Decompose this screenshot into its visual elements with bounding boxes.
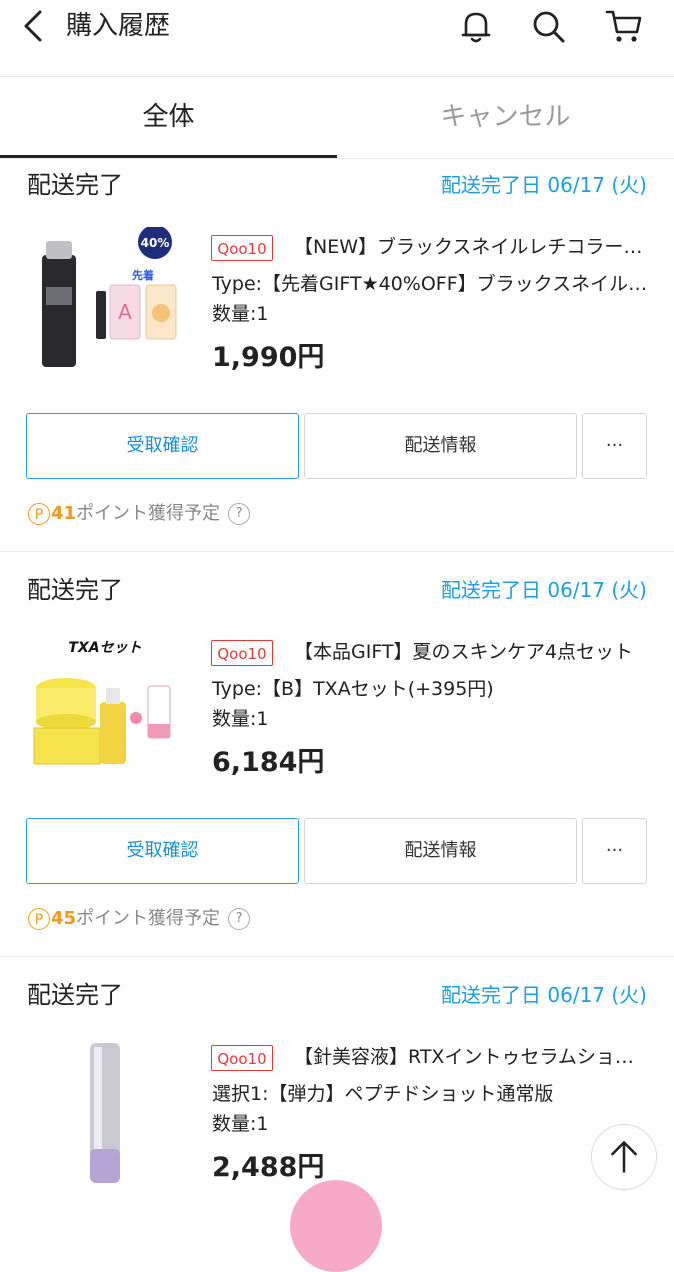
more-options-button[interactable]: ··· [582, 413, 647, 479]
points-icon: P [28, 908, 50, 930]
tab-bar: 全体 キャンセル [0, 77, 674, 159]
delivery-date: 配送完了日 06/17 (火) [441, 983, 647, 1007]
search-icon[interactable] [528, 6, 568, 46]
app-header: 購入履歴 [0, 0, 674, 76]
points-value: 45 [51, 908, 77, 929]
order-status: 配送完了 [27, 576, 123, 604]
points-label: ポイント獲得予定 [76, 503, 221, 524]
product-name[interactable]: 【本品GIFT】夏のスキンケア4点セット [294, 638, 652, 666]
product-image[interactable]: A 40% 先着 [24, 225, 186, 377]
product-option: Type:【B】TXAセット(+395円) [212, 678, 494, 700]
product-option: Type:【先着GIFT★40%OFF】ブラックスネイルレチコラーゲン [212, 273, 652, 295]
points-icon: P [28, 503, 50, 525]
qoo10-badge: Qoo10 [211, 1045, 273, 1071]
qoo10-badge: Qoo10 [211, 235, 273, 261]
order-divider [0, 551, 674, 552]
order-status: 配送完了 [27, 171, 123, 199]
points-label: ポイント獲得予定 [76, 908, 221, 929]
product-option: 選択1:【弾力】ペプチドショット通常版 [212, 1083, 554, 1105]
set-label: TXAセット [68, 640, 141, 656]
product-name[interactable]: 【NEW】ブラックスネイルレチコラーゲン美容液 [294, 233, 652, 261]
points-info: P 41ポイント獲得予定? [28, 499, 251, 529]
tabs-divider [0, 158, 674, 159]
arrow-up-icon [611, 1141, 637, 1173]
product-image[interactable]: TXAセット [24, 632, 186, 782]
product-price: 2,488円 [212, 1152, 325, 1183]
tab-cancel[interactable]: キャンセル [337, 77, 674, 157]
product-image[interactable] [24, 1037, 186, 1187]
help-icon[interactable]: ? [228, 503, 251, 525]
shipping-info-button[interactable]: 配送情報 [304, 818, 577, 884]
order-divider [0, 956, 674, 957]
order-status: 配送完了 [27, 981, 123, 1009]
confirm-receipt-button[interactable]: 受取確認 [26, 818, 299, 884]
order-card: 配送完了 配送完了日 06/17 (火) A 40% 先着 Qoo10 【NEW… [0, 167, 674, 547]
svg-text:A: A [118, 300, 132, 324]
product-quantity: 数量:1 [212, 708, 269, 730]
page-title: 購入履歴 [66, 11, 171, 41]
product-quantity: 数量:1 [212, 1113, 269, 1135]
product-name[interactable]: 【針美容液】RTXイントゥセラムショット [294, 1043, 652, 1071]
product-quantity: 数量:1 [212, 303, 269, 325]
floating-action-button[interactable] [290, 1180, 382, 1272]
bell-icon[interactable] [456, 6, 496, 46]
points-info: P 45ポイント獲得予定? [28, 904, 251, 934]
order-card: 配送完了 配送完了日 06/17 (火) Qoo10 【針美容液】RTXイントゥ… [0, 977, 674, 1200]
gift-label: 先着 [132, 268, 154, 282]
help-icon[interactable]: ? [228, 908, 251, 930]
delivery-date: 配送完了日 06/17 (火) [441, 578, 647, 602]
discount-badge: 40% [141, 236, 170, 250]
product-price: 1,990円 [212, 342, 325, 373]
tab-all[interactable]: 全体 [0, 77, 337, 157]
scroll-to-top-button[interactable] [591, 1124, 657, 1190]
order-card: 配送完了 配送完了日 06/17 (火) TXAセット Qoo10 【本品GIF… [0, 572, 674, 952]
cart-icon[interactable] [604, 6, 644, 46]
back-arrow-icon[interactable] [18, 8, 54, 44]
shipping-info-button[interactable]: 配送情報 [304, 413, 577, 479]
product-price: 6,184円 [212, 747, 325, 778]
points-value: 41 [51, 503, 77, 524]
confirm-receipt-button[interactable]: 受取確認 [26, 413, 299, 479]
qoo10-badge: Qoo10 [211, 640, 273, 666]
delivery-date: 配送完了日 06/17 (火) [441, 173, 647, 197]
more-options-button[interactable]: ··· [582, 818, 647, 884]
